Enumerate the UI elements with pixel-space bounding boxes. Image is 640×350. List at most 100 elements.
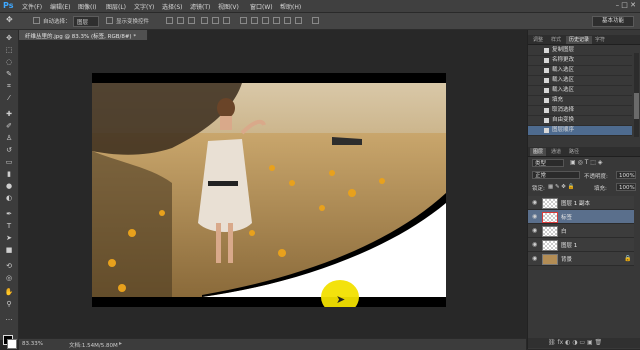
history-item[interactable]: 名称更改 bbox=[528, 56, 632, 66]
tab-channels[interactable]: 通道 bbox=[548, 148, 564, 156]
visibility-eye-icon[interactable]: ◉ bbox=[532, 227, 537, 234]
lasso-tool-icon[interactable]: ◌ bbox=[4, 58, 14, 67]
menu-type[interactable]: 文字(Y) bbox=[134, 2, 154, 11]
menu-file[interactable]: 文件(F) bbox=[22, 2, 42, 11]
history-step-icon bbox=[544, 58, 549, 63]
photoshop-logo: Ps bbox=[3, 1, 14, 10]
hand-tool-icon[interactable]: ✋ bbox=[4, 288, 14, 297]
healing-brush-tool-icon[interactable]: ✚ bbox=[4, 110, 14, 119]
marquee-tool-icon[interactable]: ⬚ bbox=[4, 46, 14, 55]
workspace-switcher[interactable]: 基本功能 bbox=[592, 16, 634, 27]
eyedropper-tool-icon[interactable]: ⁄ bbox=[4, 94, 14, 103]
layer-row[interactable]: ◉ 白 bbox=[528, 224, 634, 238]
fill-input[interactable]: 100% bbox=[616, 183, 636, 191]
fill-label: 填充: bbox=[594, 186, 607, 192]
align-right-icon[interactable] bbox=[223, 17, 230, 24]
distribute-vcenter-icon[interactable] bbox=[251, 17, 258, 24]
status-arrow-icon[interactable]: ▸ bbox=[119, 340, 122, 347]
show-transform-checkbox[interactable] bbox=[106, 17, 113, 24]
tab-adjustments[interactable]: 调整 bbox=[530, 36, 546, 44]
menu-image[interactable]: 图像(I) bbox=[78, 2, 96, 11]
quick-select-tool-icon[interactable]: ✎ bbox=[4, 70, 14, 79]
layer-kind-filter[interactable]: 类型 bbox=[532, 159, 564, 167]
menu-window[interactable]: 窗口(W) bbox=[250, 2, 273, 11]
history-brush-tool-icon[interactable]: ↺ bbox=[4, 146, 14, 155]
visibility-eye-icon[interactable]: ◉ bbox=[532, 255, 537, 262]
tab-history[interactable]: 历史记录 bbox=[566, 36, 593, 44]
align-left-icon[interactable] bbox=[201, 17, 208, 24]
auto-select-dropdown[interactable]: 图层 bbox=[73, 16, 99, 27]
align-vcenter-icon[interactable] bbox=[177, 17, 184, 24]
blur-tool-icon[interactable]: ● bbox=[4, 182, 14, 191]
blend-mode-dropdown[interactable]: 正常 bbox=[532, 171, 580, 179]
crop-tool-icon[interactable]: ⌗ bbox=[4, 82, 14, 91]
opacity-input[interactable]: 100% bbox=[616, 171, 636, 179]
move-cursor-icon: ➤ bbox=[336, 293, 346, 306]
eraser-tool-icon[interactable]: ▭ bbox=[4, 158, 14, 167]
history-item[interactable]: 自由变换 bbox=[528, 116, 632, 126]
history-scrollbar-thumb[interactable] bbox=[634, 93, 639, 119]
align-top-icon[interactable] bbox=[166, 17, 173, 24]
document-canvas[interactable]: ➤ bbox=[92, 73, 446, 307]
history-item[interactable]: 取消选择 bbox=[528, 106, 632, 116]
menu-filter[interactable]: 滤镜(T) bbox=[190, 2, 210, 11]
menu-help[interactable]: 帮助(H) bbox=[280, 2, 301, 11]
distribute-right-icon[interactable] bbox=[295, 17, 302, 24]
align-bottom-icon[interactable] bbox=[188, 17, 195, 24]
visibility-eye-icon[interactable]: ◉ bbox=[532, 213, 537, 220]
layer-row[interactable]: ◉ 图层 1 bbox=[528, 238, 634, 252]
history-item[interactable]: 填充 bbox=[528, 96, 632, 106]
distribute-top-icon[interactable] bbox=[240, 17, 247, 24]
history-item[interactable]: 载入选区 bbox=[528, 66, 632, 76]
menu-edit[interactable]: 编辑(E) bbox=[50, 2, 70, 11]
history-item[interactable]: 载入选区 bbox=[528, 86, 632, 96]
tab-layers[interactable]: 图层 bbox=[530, 148, 547, 156]
document-size-info[interactable]: 文档:1.54M/5.80M bbox=[69, 341, 118, 349]
lock-icons[interactable]: ▦ ✎ ✥ 🔒 bbox=[548, 184, 575, 190]
layer-name: 背景 bbox=[561, 257, 573, 263]
status-bar: 83.33% 文档:1.54M/5.80M ▸ bbox=[19, 338, 526, 350]
layers-footer: ⛓ fx ◐ ◑ ▭ ▣ 🗑 bbox=[528, 338, 640, 348]
auto-select-checkbox[interactable] bbox=[33, 17, 40, 24]
move-tool-icon[interactable]: ✥ bbox=[4, 34, 14, 43]
layer-footer-icons[interactable]: ⛓ fx ◐ ◑ ▭ ▣ 🗑 bbox=[548, 339, 602, 346]
distribute-bottom-icon[interactable] bbox=[262, 17, 269, 24]
path-select-tool-icon[interactable]: ➤ bbox=[4, 234, 14, 243]
distribute-hcenter-icon[interactable] bbox=[284, 17, 291, 24]
tab-styles[interactable]: 样式 bbox=[548, 36, 564, 44]
3d-rotate-tool-icon[interactable]: ⟲ bbox=[4, 262, 14, 271]
layer-row[interactable]: ◉ 背景 🔒 bbox=[528, 252, 634, 266]
tab-character[interactable]: 字符 bbox=[592, 36, 608, 44]
filter-icons[interactable]: ▣ ◎ T ⬚ ◈ bbox=[570, 159, 602, 166]
move-tool-icon[interactable]: ✥ bbox=[6, 15, 13, 24]
history-item[interactable]: 复制图层 bbox=[528, 46, 632, 56]
3d-orbit-tool-icon[interactable]: ◎ bbox=[4, 274, 14, 283]
layer-name: 图层 1 副本 bbox=[561, 201, 590, 207]
zoom-level[interactable]: 83.33% bbox=[22, 341, 43, 347]
edit-toolbar-icon[interactable]: … bbox=[4, 314, 14, 323]
type-tool-icon[interactable]: T bbox=[4, 222, 14, 231]
shape-tool-icon[interactable]: ■ bbox=[4, 246, 14, 255]
visibility-eye-icon[interactable]: ◉ bbox=[532, 199, 537, 206]
menu-select[interactable]: 选择(S) bbox=[162, 2, 183, 11]
menu-layer[interactable]: 图层(L) bbox=[106, 2, 126, 11]
dodge-tool-icon[interactable]: ◐ bbox=[4, 194, 14, 203]
background-color-swatch[interactable] bbox=[7, 339, 17, 349]
visibility-eye-icon[interactable]: ◉ bbox=[532, 241, 537, 248]
layer-row[interactable]: ◉ 图层 1 副本 bbox=[528, 196, 634, 210]
pen-tool-icon[interactable]: ✒ bbox=[4, 210, 14, 219]
clone-stamp-tool-icon[interactable]: ♙ bbox=[4, 134, 14, 143]
layer-row-selected[interactable]: ◉ 标签 bbox=[528, 210, 634, 224]
menu-view[interactable]: 视图(V) bbox=[218, 2, 239, 11]
history-item-selected[interactable]: 图层顺序 bbox=[528, 126, 632, 136]
brush-tool-icon[interactable]: ✐ bbox=[4, 122, 14, 131]
tab-paths[interactable]: 路径 bbox=[566, 148, 582, 156]
gradient-tool-icon[interactable]: ▮ bbox=[4, 170, 14, 179]
document-tab[interactable]: 纤维丛里的.jpg @ 83.3% (标签, RGB/8#) * bbox=[19, 30, 148, 40]
align-hcenter-icon[interactable] bbox=[212, 17, 219, 24]
history-item[interactable]: 载入选区 bbox=[528, 76, 632, 86]
zoom-tool-icon[interactable]: ⚲ bbox=[4, 300, 14, 309]
distribute-left-icon[interactable] bbox=[273, 17, 280, 24]
window-controls[interactable]: – □ ✕ bbox=[616, 1, 636, 9]
auto-align-icon[interactable] bbox=[312, 17, 319, 24]
